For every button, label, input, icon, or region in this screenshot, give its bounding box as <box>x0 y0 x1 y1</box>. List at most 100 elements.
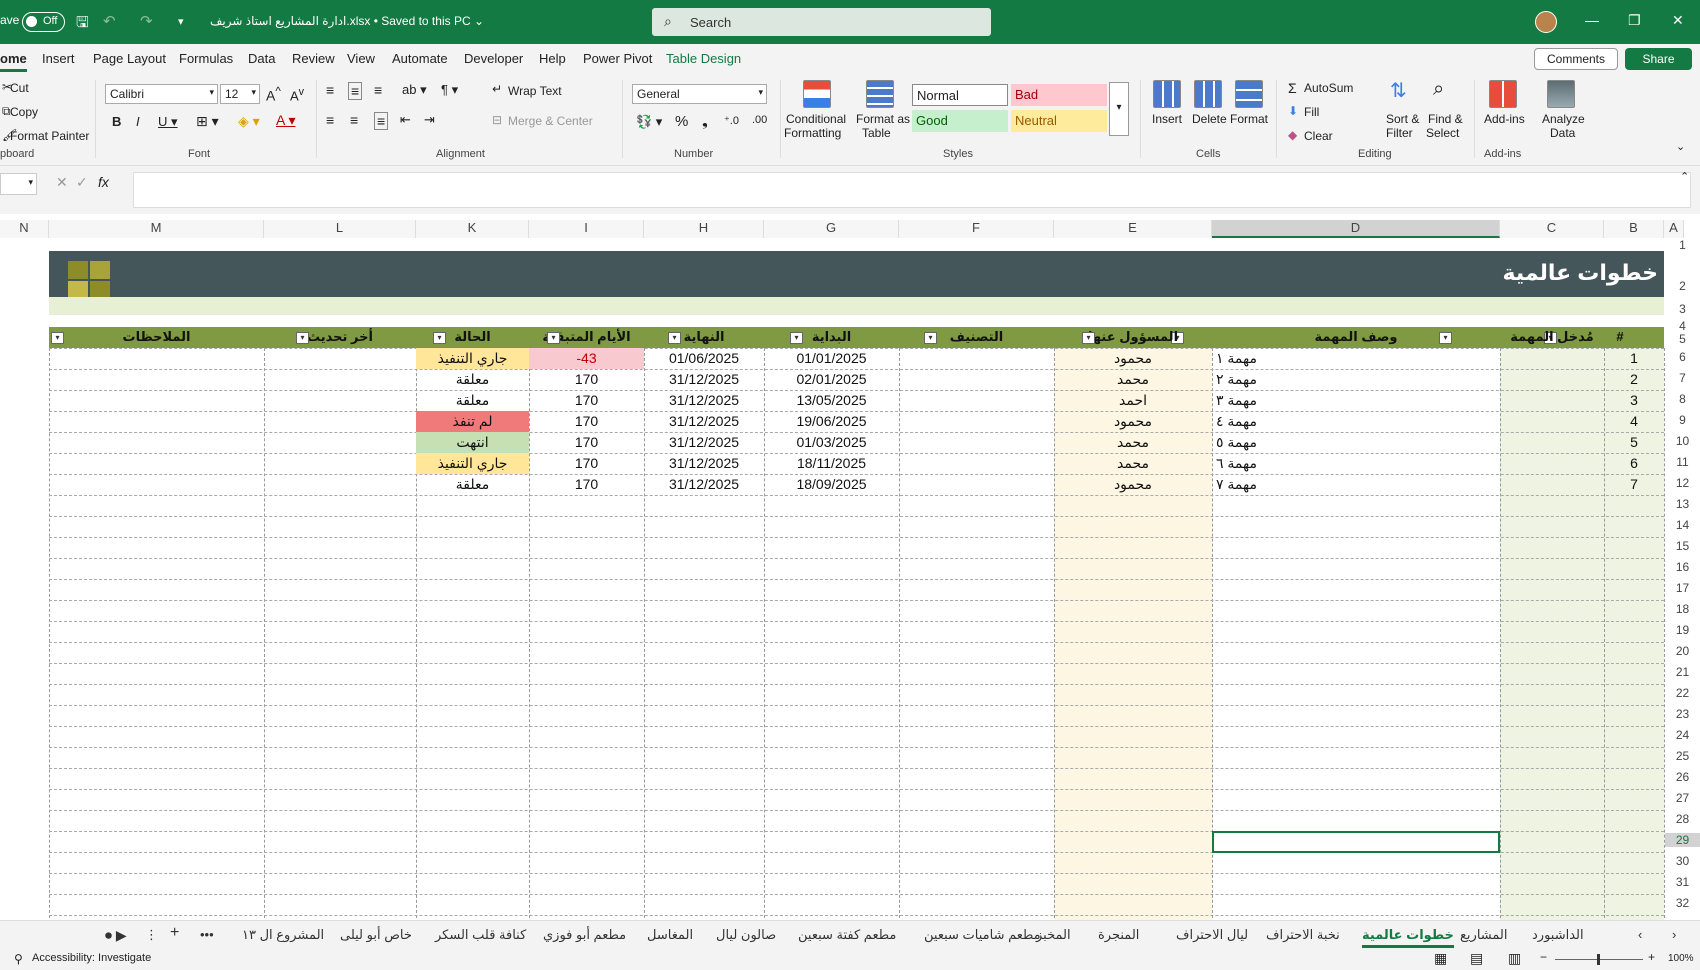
task-remaining[interactable]: -43 <box>529 348 644 369</box>
decrease-indent-icon[interactable]: ⇤ <box>400 112 411 128</box>
row-header[interactable]: 16 <box>1665 560 1700 574</box>
formula-input[interactable] <box>133 172 1691 208</box>
task-owner[interactable]: احمد <box>1054 390 1212 411</box>
row-header[interactable]: 3 <box>1665 302 1700 316</box>
task-desc[interactable]: مهمة ٥ <box>1216 432 1496 453</box>
task-end[interactable]: 31/12/2025 <box>644 474 764 495</box>
task-num[interactable]: 3 <box>1604 390 1664 411</box>
accounting-icon[interactable]: 💱 ▾ <box>636 114 662 130</box>
fill-button[interactable]: Fill <box>1304 105 1319 119</box>
task-num[interactable]: 7 <box>1604 474 1664 495</box>
tab-automate[interactable]: Automate <box>392 51 448 66</box>
row-header[interactable]: 11 <box>1665 455 1700 469</box>
autosave-toggle[interactable]: Off <box>22 12 65 32</box>
font-color-icon[interactable]: A ▾ <box>276 112 295 129</box>
tab-help[interactable]: Help <box>539 51 566 66</box>
task-start[interactable]: 02/01/2025 <box>764 369 899 390</box>
row-header[interactable]: 24 <box>1665 728 1700 742</box>
increase-decimal-icon[interactable]: ⁺.0 <box>724 114 739 127</box>
formula-expand-icon[interactable]: ⌃ <box>1680 170 1689 183</box>
task-status[interactable]: جاري التنفيذ <box>416 348 529 369</box>
task-start[interactable]: 01/03/2025 <box>764 432 899 453</box>
share-button[interactable]: Share <box>1625 48 1692 70</box>
row-header[interactable]: 15 <box>1665 539 1700 553</box>
column-header-l[interactable]: L <box>264 220 416 238</box>
cut-button[interactable]: Cut <box>10 81 29 95</box>
fx-icon[interactable]: fx <box>98 174 109 190</box>
filter-dropdown-icon[interactable]: ▾ <box>547 332 560 344</box>
format-cells-button[interactable]: Format <box>1230 112 1268 126</box>
task-num[interactable]: 5 <box>1604 432 1664 453</box>
tab-power-pivot[interactable]: Power Pivot <box>583 51 652 66</box>
row-header[interactable]: 14 <box>1665 518 1700 532</box>
selected-cell[interactable] <box>1212 831 1500 853</box>
scroll-sheets-icon[interactable]: ⏺ ▶ <box>105 927 127 944</box>
zoom-in-icon[interactable]: + <box>1648 950 1655 964</box>
column-header-k[interactable]: K <box>416 220 529 238</box>
tab-review[interactable]: Review <box>292 51 335 66</box>
column-header-i[interactable]: I <box>529 220 644 238</box>
grow-font-icon[interactable]: A^ <box>266 85 281 104</box>
increase-indent-icon[interactable]: ⇥ <box>424 112 435 128</box>
save-icon[interactable]: 🖫 <box>76 12 89 37</box>
sheet-tab[interactable]: خطوات عالمية <box>1362 927 1454 948</box>
filter-dropdown-icon[interactable]: ▾ <box>924 332 937 344</box>
document-title[interactable]: ادارة المشاريع استاذ شريف.xlsx • Saved t… <box>210 14 484 28</box>
zoom-level[interactable]: 100% <box>1668 953 1694 964</box>
sheet-tab[interactable]: المغاسل <box>647 927 693 943</box>
close-icon[interactable]: ✕ <box>1672 12 1684 29</box>
sheet-tab[interactable]: المنجرة <box>1098 927 1139 943</box>
task-status[interactable]: لم تنفذ <box>416 411 529 432</box>
task-end[interactable]: 31/12/2025 <box>644 369 764 390</box>
task-desc[interactable]: مهمة ٤ <box>1216 411 1496 432</box>
bold-icon[interactable]: B <box>112 114 121 129</box>
sheet-tab[interactable]: صالون ليال <box>716 927 776 943</box>
task-desc[interactable]: مهمة ٦ <box>1216 453 1496 474</box>
zoom-out-icon[interactable]: − <box>1540 950 1547 964</box>
sheet-tab[interactable]: ليال الاحتراف <box>1176 927 1248 943</box>
filter-dropdown-icon[interactable]: ▾ <box>668 332 681 344</box>
row-header[interactable]: 32 <box>1665 896 1700 910</box>
row-header[interactable]: 17 <box>1665 581 1700 595</box>
sheet-tab[interactable]: الداشبورد <box>1532 927 1584 943</box>
sheet-tab[interactable]: المشروع ال ١٣ <box>242 927 324 943</box>
style-normal[interactable]: Normal <box>912 84 1008 106</box>
sheet-tab[interactable]: كنافة قلب السكر <box>435 927 526 943</box>
insert-cells-button[interactable]: Insert <box>1152 112 1182 126</box>
row-header[interactable]: 10 <box>1665 434 1700 448</box>
filter-dropdown-icon[interactable]: ▾ <box>790 332 803 344</box>
row-header[interactable]: 4 <box>1665 319 1700 333</box>
clear-button[interactable]: Clear <box>1304 129 1333 143</box>
filter-dropdown-icon[interactable]: ▾ <box>433 332 446 344</box>
number-format-select[interactable]: General ▾ <box>632 84 767 104</box>
tab-home[interactable]: ome <box>0 51 27 72</box>
task-owner[interactable]: محمود <box>1054 411 1212 432</box>
column-header-n[interactable]: N <box>0 220 49 238</box>
row-header[interactable]: 31 <box>1665 875 1700 889</box>
task-status[interactable]: معلقة <box>416 474 529 495</box>
task-remaining[interactable]: 170 <box>529 390 644 411</box>
row-header[interactable]: 26 <box>1665 770 1700 784</box>
task-status[interactable]: معلقة <box>416 369 529 390</box>
copy-button[interactable]: Copy <box>10 105 38 119</box>
font-name-select[interactable]: Calibri ▾ <box>105 84 218 104</box>
enter-icon[interactable]: ✓ <box>76 174 88 191</box>
sheet-tab[interactable]: خاص أبو ليلى <box>340 927 412 943</box>
row-header[interactable]: 29 <box>1665 833 1700 847</box>
task-start[interactable]: 13/05/2025 <box>764 390 899 411</box>
undo-icon[interactable]: ↶ <box>103 12 116 30</box>
task-owner[interactable]: محمود <box>1054 348 1212 369</box>
task-owner[interactable]: محمد <box>1054 369 1212 390</box>
task-end[interactable]: 31/12/2025 <box>644 411 764 432</box>
task-remaining[interactable]: 170 <box>529 474 644 495</box>
task-end[interactable]: 31/12/2025 <box>644 432 764 453</box>
task-start[interactable]: 18/11/2025 <box>764 453 899 474</box>
filter-dropdown-icon[interactable]: ▾ <box>51 332 64 344</box>
task-desc[interactable]: مهمة ٢ <box>1216 369 1496 390</box>
align-center-icon[interactable]: ≡ <box>350 112 358 128</box>
wrap-text-button[interactable]: Wrap Text <box>508 84 562 98</box>
row-header[interactable]: 25 <box>1665 749 1700 763</box>
redo-icon[interactable]: ↷ <box>140 12 153 30</box>
task-num[interactable]: 2 <box>1604 369 1664 390</box>
autosum-button[interactable]: AutoSum <box>1304 81 1353 95</box>
